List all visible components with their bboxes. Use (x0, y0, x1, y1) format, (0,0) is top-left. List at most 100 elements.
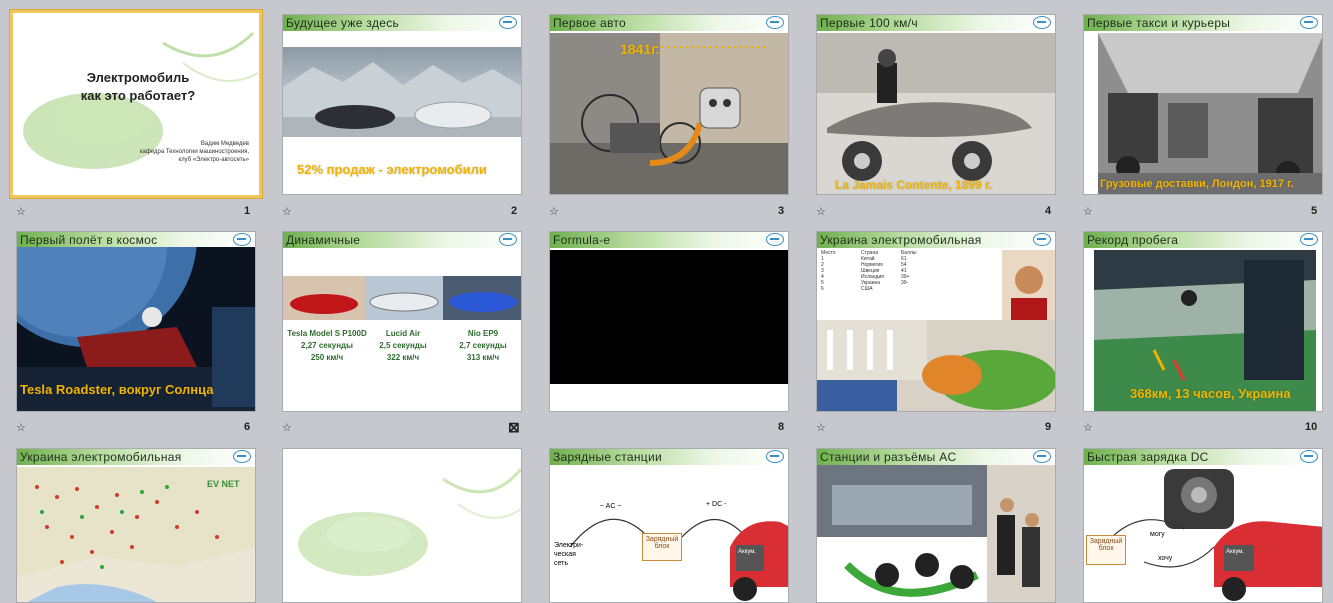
star-icon[interactable]: ☆ (282, 421, 292, 434)
slide-title: Будущее уже здесь (283, 15, 521, 31)
slide-title: Рекорд пробега (1084, 232, 1322, 248)
logo-icon (766, 233, 784, 246)
author-club: клуб «Электро-автосеть» (178, 157, 249, 163)
slide-thumbnail-8[interactable]: Formula-e (549, 231, 789, 412)
first-car-photo (550, 33, 788, 194)
slide-title: Станции и разъёмы AC (817, 449, 1055, 465)
star-icon[interactable]: ☆ (282, 205, 292, 218)
slide-caption: Tesla Roadster, вокруг Солнца (20, 382, 214, 397)
battery-label: Аккум. (738, 549, 757, 555)
slide-number: 1 (244, 205, 251, 217)
slide-title: Зарядные станции (550, 449, 788, 465)
car-speed: 250 км/ч (310, 353, 344, 362)
slide-number: 3 (778, 205, 785, 217)
slide-thumbnail-9[interactable]: Украина электромобильная Место Страна Ба… (816, 231, 1056, 412)
car-name: Lucid Air (385, 329, 421, 338)
battery-label: Аккум. (1226, 549, 1245, 555)
slide-number: 9 (1045, 421, 1052, 433)
slide-thumbnail-10[interactable]: Рекорд пробега 368км, 13 часов, Украина (1083, 231, 1323, 412)
slide-thumbnail-15[interactable]: Быстрая зарядка DC Зарядный блок могу хо… (1083, 448, 1323, 603)
car-speed: 313 км/ч (466, 353, 500, 362)
want-label: хочу (1158, 555, 1173, 562)
slide-number: 4 (1045, 205, 1052, 217)
ac-stations-photo (817, 465, 1055, 602)
charging-map-image: EV NET (17, 467, 255, 602)
dc-label: + DC - (706, 501, 727, 508)
logo-icon (766, 16, 784, 29)
logo-icon (1033, 450, 1051, 463)
ac-label: ~ AC ~ (600, 503, 622, 510)
star-icon[interactable]: ☆ (16, 421, 26, 434)
grid-label: Электри- ческая сеть (554, 542, 584, 567)
logo-icon (233, 233, 251, 246)
fast-cars-photo (283, 276, 521, 320)
logo-icon (1033, 16, 1051, 29)
slide-title: Formula-e (550, 232, 788, 248)
slide-number: 8 (778, 421, 785, 433)
logo-icon (766, 450, 784, 463)
grass-car-image (23, 31, 259, 169)
hidden-slide-icon: ⊠ (508, 419, 520, 435)
grass-car-image (298, 468, 521, 576)
car-time: 2,27 секунды (301, 341, 353, 350)
car-spec-1: Tesla Model S P100D 2,27 секунды 250 км/… (285, 328, 369, 364)
jamais-contente-photo (817, 33, 1055, 194)
slide-thumbnail-14[interactable]: Станции и разъёмы AC (816, 448, 1056, 603)
star-icon[interactable]: ☆ (1083, 205, 1093, 218)
ukraine-photos (817, 250, 1055, 411)
slide-caption: 52% продаж - электромобили (297, 162, 487, 177)
slide-title: Первый полёт в космос (17, 232, 255, 248)
car-spec-2: Lucid Air 2,5 секунды 322 км/ч (371, 328, 435, 364)
logo-icon (233, 450, 251, 463)
logo-icon (1300, 16, 1318, 29)
logo-icon (1300, 450, 1318, 463)
slide-title: Украина электромобильная (17, 449, 255, 465)
logo-icon (1300, 233, 1318, 246)
slide-thumbnail-12[interactable] (282, 448, 522, 603)
slide-number: 6 (244, 421, 251, 433)
slide-title: Первые 100 км/ч (817, 15, 1055, 31)
slide-thumbnail-7[interactable]: Динамичные Tesla Model S P100D 2,27 секу… (282, 231, 522, 412)
slide-thumbnail-11[interactable]: Украина электромобильная EV NET (16, 448, 256, 603)
slide-caption: 368км, 13 часов, Украина (1130, 386, 1291, 401)
slide-thumbnail-2[interactable]: Будущее уже здесь 52% продаж - электромо… (282, 14, 522, 195)
delivery-trucks-photo (1098, 33, 1322, 194)
slide-caption: La Jamais Contente, 1899 г. (835, 178, 993, 192)
slide-title: Украина электромобильная (817, 232, 1055, 248)
slide-thumbnail-3[interactable]: Первое авто 1841г. (549, 14, 789, 195)
car-time: 2,7 секунды (459, 341, 507, 350)
star-icon[interactable]: ☆ (16, 205, 26, 218)
star-icon[interactable]: ☆ (549, 205, 559, 218)
video-panel (212, 307, 255, 407)
star-icon[interactable]: ☆ (816, 421, 826, 434)
slide-title: Динамичные (283, 232, 521, 248)
star-icon[interactable]: ☆ (816, 205, 826, 218)
can-label: могу (1150, 531, 1165, 538)
slide-caption: 1841г. (620, 41, 660, 57)
slide-thumbnail-6[interactable]: Первый полёт в космос Tesla Roadster, во… (16, 231, 256, 412)
car-name: Tesla Model S P100D (287, 329, 367, 338)
car-speed: 322 км/ч (386, 353, 420, 362)
author-name: Вадим Медведев (200, 141, 249, 147)
slide-title: Первое авто (550, 15, 788, 31)
charger-box: Зарядный блок (642, 533, 682, 561)
slide-title: Первые такси и курьеры (1084, 15, 1322, 31)
slide-thumbnail-4[interactable]: Первые 100 км/ч La Jamais Contente, 1899… (816, 14, 1056, 195)
slide-thumbnail-1[interactable]: Электромобиль как это работает? Вадим Ме… (10, 10, 262, 198)
car-name: Nio EP9 (467, 329, 499, 338)
slide-thumbnail-13[interactable]: Зарядные станции ~ AC ~ + DC - Электри- … (549, 448, 789, 603)
star-icon[interactable]: ☆ (1083, 421, 1093, 434)
svg-text:EV NET: EV NET (207, 479, 240, 489)
car-spec-3: Nio EP9 2,7 секунды 313 км/ч (445, 328, 521, 364)
slide-number: 10 (1305, 421, 1318, 433)
title-line-1: Электромобиль как это работает? (80, 70, 196, 103)
charger-box: Зарядный блок (1086, 535, 1126, 565)
logo-icon (499, 233, 517, 246)
logo-icon (1033, 233, 1051, 246)
car-time: 2,5 секунды (379, 341, 427, 350)
tesla-cars-photo (283, 47, 521, 137)
video-placeholder[interactable] (550, 250, 788, 384)
logo-icon (499, 16, 517, 29)
slide-title: Быстрая зарядка DC (1084, 449, 1322, 465)
slide-thumbnail-5[interactable]: Первые такси и курьеры Грузовые доставки… (1083, 14, 1323, 195)
